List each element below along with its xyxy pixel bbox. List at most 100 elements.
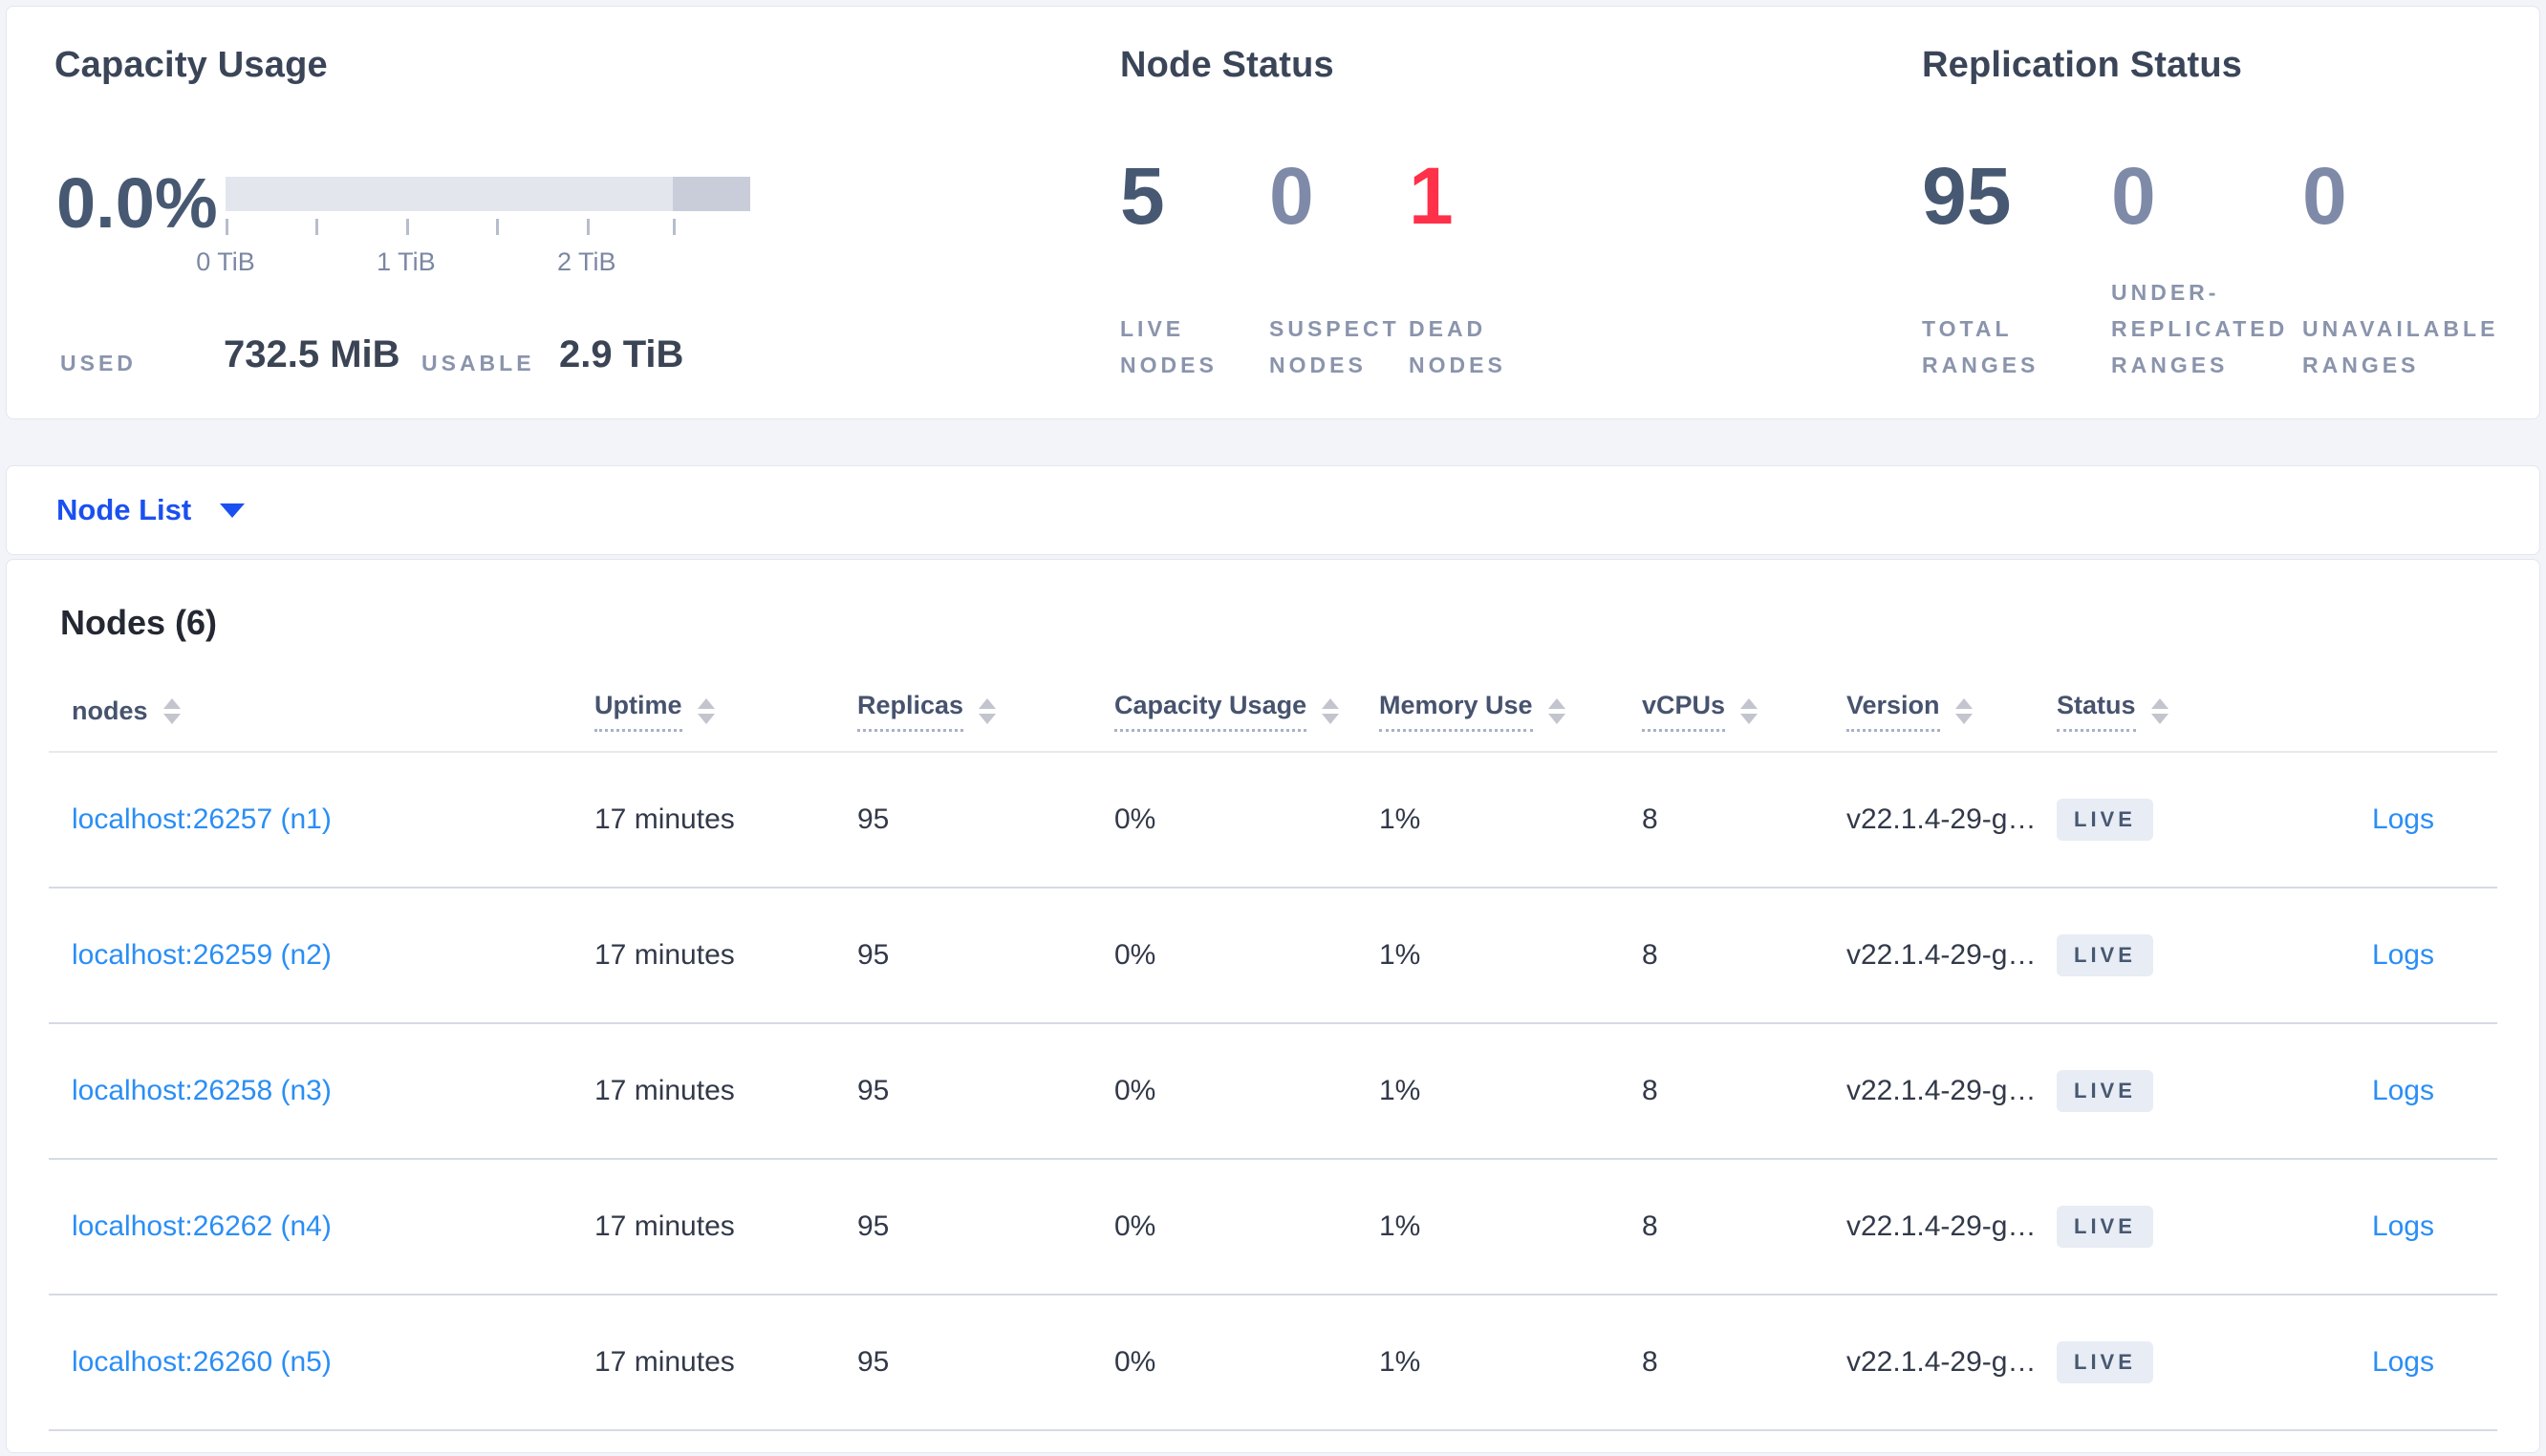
chevron-down-icon — [220, 503, 246, 518]
live-nodes-label: LIVE NODES — [1120, 316, 1218, 377]
node-cell: localhost:26262 (n4) — [49, 1210, 594, 1243]
version-cell: v22.1.4-29-g… — [1846, 803, 2057, 836]
capacity-bar-tick — [226, 219, 228, 235]
usable-label: USABLE — [421, 351, 535, 375]
uptime-value: 17 minutes — [594, 803, 735, 835]
column-header-memory-use[interactable]: Memory Use — [1379, 691, 1642, 732]
node-cell: localhost:26259 (n2) — [49, 939, 594, 972]
uptime-value: 17 minutes — [594, 1210, 735, 1242]
uptime-value: 17 minutes — [594, 1075, 735, 1106]
logs-cell: Logs — [2253, 803, 2497, 836]
node-cell: localhost:26257 (n1) — [49, 803, 594, 836]
capacity-usage-section: Capacity Usage 0.0% 0 TiB 1 TiB 2 TiB US… — [54, 45, 819, 389]
sort-arrows-icon — [697, 697, 715, 724]
capacity-usage-value: 0% — [1114, 1075, 1156, 1106]
replicas-cell: 95 — [857, 1075, 1114, 1107]
column-header-vcpus[interactable]: vCPUs — [1642, 691, 1846, 732]
summary-panel: Capacity Usage 0.0% 0 TiB 1 TiB 2 TiB US… — [6, 6, 2540, 419]
capacity-meta: USED 732.5 MiB USABLE 2.9 TiB — [60, 333, 787, 387]
node-link[interactable]: localhost:26258 (n3) — [72, 1075, 332, 1106]
logs-link[interactable]: Logs — [2372, 803, 2434, 835]
sort-arrows-icon — [1547, 697, 1565, 724]
uptime-cell: 17 minutes — [594, 939, 857, 972]
memory-use-cell: 1% — [1379, 1210, 1642, 1243]
node-list-dropdown[interactable]: Node List — [56, 493, 246, 527]
node-status-section: Node Status 5 0 1 LIVE NODES SUSPECT NODES D… — [1120, 45, 1846, 389]
column-header-replicas[interactable]: Replicas — [857, 691, 1114, 732]
nodes-heading: Nodes (6) — [60, 603, 218, 642]
view-selector-bar: Node List — [6, 465, 2540, 555]
vcpus-cell: 8 — [1642, 1210, 1846, 1243]
status-cell: LIVE — [2057, 1341, 2253, 1383]
memory-use-cell: 1% — [1379, 803, 1642, 836]
capacity-usage-title: Capacity Usage — [54, 45, 328, 85]
live-nodes-value: 5 — [1120, 151, 1165, 241]
nodes-panel: Nodes (6) nodes Uptime Replicas Capacity Us… — [6, 559, 2540, 1453]
column-header-uptime[interactable]: Uptime — [594, 691, 857, 732]
node-status-labels: LIVE NODES SUSPECT NODES DEAD NODES — [1120, 310, 1571, 383]
column-header-capacity-usage[interactable]: Capacity Usage — [1114, 691, 1379, 732]
used-value: 732.5 MiB — [224, 333, 400, 375]
capacity-usage-cell: 0% — [1114, 939, 1379, 972]
replicas-cell: 95 — [857, 1210, 1114, 1243]
capacity-bar-tick — [314, 219, 318, 235]
status-badge: LIVE — [2057, 799, 2153, 841]
node-status-values: 5 0 1 — [1120, 148, 1571, 245]
replicas-value: 95 — [857, 1075, 890, 1106]
version-value: v22.1.4-29-g… — [1846, 1210, 2037, 1242]
memory-use-value: 1% — [1379, 939, 1421, 971]
total-ranges-label: TOTAL RANGES — [1922, 316, 2039, 377]
total-ranges-value: 95 — [1922, 151, 2012, 241]
uptime-cell: 17 minutes — [594, 803, 857, 836]
memory-use-value: 1% — [1379, 1346, 1421, 1378]
version-value: v22.1.4-29-g… — [1846, 1075, 2037, 1106]
replication-values: 95 0 0 — [1922, 148, 2527, 245]
node-status-title: Node Status — [1120, 45, 1334, 85]
table-header-row: nodes Uptime Replicas Capacity Usage Memory … — [49, 671, 2497, 753]
column-header-nodes[interactable]: nodes — [49, 696, 594, 726]
column-header-label: Uptime — [594, 691, 682, 732]
capacity-usage-cell: 0% — [1114, 1075, 1379, 1107]
version-value: v22.1.4-29-g… — [1846, 803, 2037, 835]
node-link[interactable]: localhost:26262 (n4) — [72, 1210, 332, 1242]
capacity-usage-value: 0% — [1114, 939, 1156, 971]
column-header-label: nodes — [72, 696, 148, 725]
vcpus-value: 8 — [1642, 1346, 1658, 1378]
capacity-usage-cell: 0% — [1114, 1346, 1379, 1379]
node-link[interactable]: localhost:26257 (n1) — [72, 803, 332, 835]
logs-link[interactable]: Logs — [2372, 1075, 2434, 1106]
logs-link[interactable]: Logs — [2372, 1210, 2434, 1242]
memory-use-cell: 1% — [1379, 939, 1642, 972]
memory-use-value: 1% — [1379, 803, 1421, 835]
capacity-bar-tick — [405, 219, 409, 235]
node-link[interactable]: localhost:26259 (n2) — [72, 939, 332, 971]
status-cell: LIVE — [2057, 934, 2253, 976]
column-header-status[interactable]: Status — [2057, 691, 2253, 732]
suspect-nodes-label: SUSPECT NODES — [1269, 316, 1400, 377]
column-header-label: Memory Use — [1379, 691, 1533, 732]
vcpus-value: 8 — [1642, 1210, 1658, 1242]
uptime-cell: 17 minutes — [594, 1346, 857, 1379]
status-badge: LIVE — [2057, 1341, 2153, 1383]
replicas-cell: 95 — [857, 1346, 1114, 1379]
version-value: v22.1.4-29-g… — [1846, 1346, 2037, 1378]
capacity-tick-label: 1 TiB — [377, 247, 436, 276]
column-header-version[interactable]: Version — [1846, 691, 2057, 732]
logs-cell: Logs — [2253, 1346, 2497, 1379]
logs-link[interactable]: Logs — [2372, 939, 2434, 971]
capacity-usage-cell: 0% — [1114, 803, 1379, 836]
uptime-value: 17 minutes — [594, 1346, 735, 1378]
capacity-percent: 0.0% — [56, 163, 218, 243]
sort-arrows-icon — [1954, 697, 1973, 724]
capacity-bar-tick — [495, 219, 499, 235]
logs-link[interactable]: Logs — [2372, 1346, 2434, 1378]
table-row: localhost:26262 (n4) 17 minutes 95 0% 1% 8 v22… — [49, 1160, 2497, 1295]
capacity-usage-value: 0% — [1114, 1346, 1156, 1378]
logs-cell: Logs — [2253, 939, 2497, 972]
node-link[interactable]: localhost:26260 (n5) — [72, 1346, 332, 1378]
vcpus-value: 8 — [1642, 803, 1658, 835]
capacity-bar-reserved-segment — [672, 177, 750, 211]
status-badge: LIVE — [2057, 934, 2153, 976]
column-header-label: Status — [2057, 691, 2136, 732]
column-header-label: Capacity Usage — [1114, 691, 1307, 732]
